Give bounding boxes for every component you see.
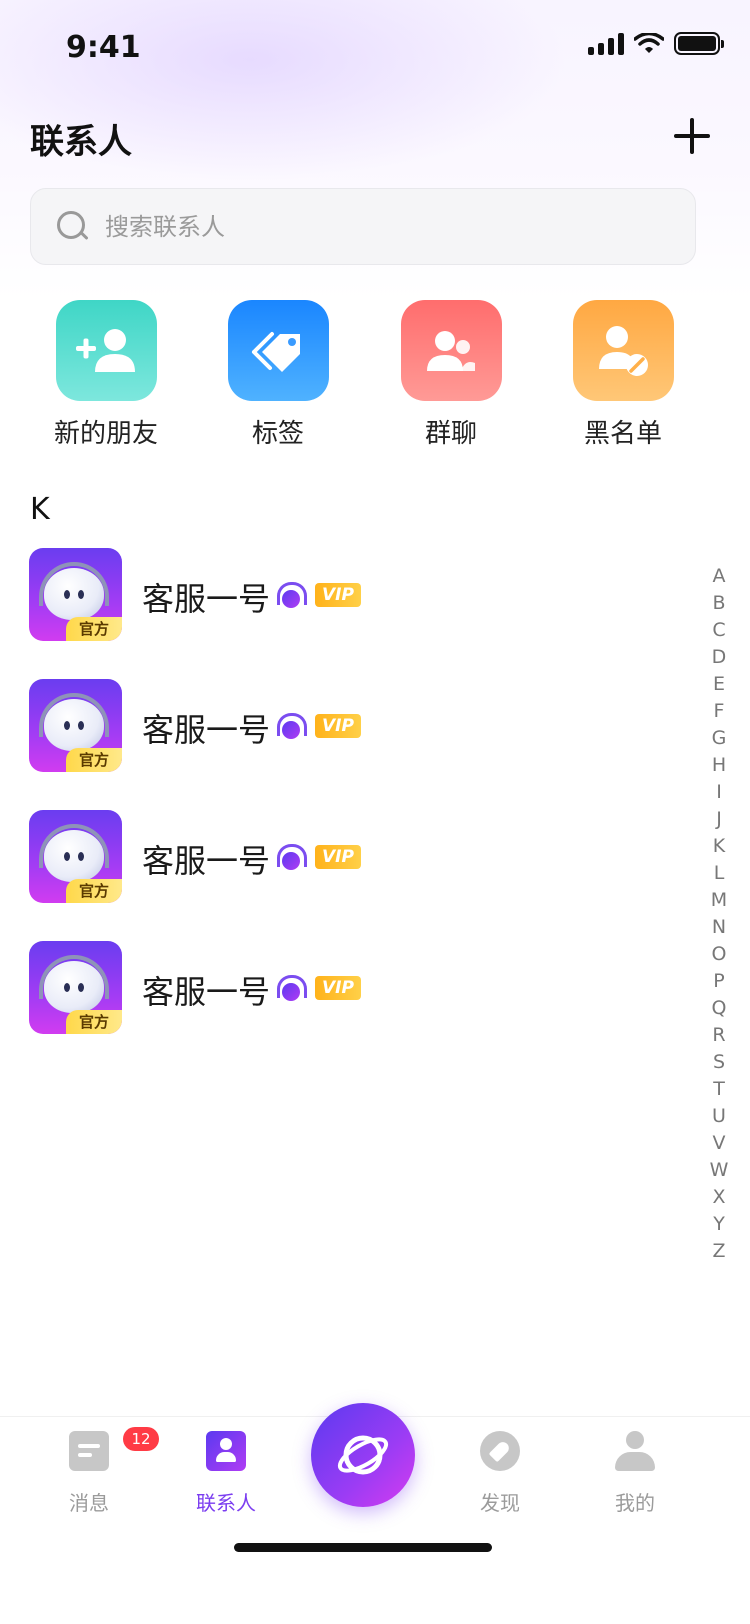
tab-label: 联系人 — [196, 1491, 256, 1515]
index-letter-k[interactable]: K — [704, 833, 734, 860]
tab-discover[interactable]: 发现 — [440, 1431, 560, 1516]
contact-list: 官方 客服一号 VIP 官方 客服一号 VIP 官方 客服一号 VIP 官方 客… — [0, 548, 660, 1072]
contact-name: 客服一号 — [142, 842, 271, 880]
planet-icon — [337, 1435, 389, 1475]
index-letter-o[interactable]: O — [704, 941, 734, 968]
profile-icon — [615, 1431, 655, 1471]
search-bar[interactable] — [30, 188, 696, 265]
official-badge: 官方 — [66, 1010, 122, 1034]
group-chat-label: 群聊 — [424, 419, 477, 449]
index-letter-q[interactable]: Q — [704, 995, 734, 1022]
blacklist-button[interactable]: 黑名单 — [538, 300, 708, 450]
section-header: K — [30, 492, 50, 527]
status-icons — [588, 32, 724, 55]
message-icon — [69, 1431, 109, 1471]
avatar: 官方 — [29, 679, 122, 772]
battery-icon — [674, 32, 724, 55]
index-letter-y[interactable]: Y — [704, 1211, 734, 1238]
official-badge: 官方 — [66, 879, 122, 903]
avatar: 官方 — [29, 548, 122, 641]
customer-service-icon — [276, 844, 307, 872]
page-header: 联系人 — [0, 100, 750, 180]
tab-messages[interactable]: 12 消息 — [29, 1427, 159, 1516]
tab-label: 发现 — [480, 1491, 520, 1515]
blocked-user-icon — [572, 300, 674, 401]
vip-badge: VIP — [315, 714, 361, 738]
new-friends-label: 新的朋友 — [53, 419, 158, 449]
page-title: 联系人 — [30, 122, 132, 162]
tab-mine[interactable]: 我的 — [575, 1431, 695, 1516]
group-icon — [400, 300, 502, 401]
customer-service-icon — [276, 975, 307, 1003]
index-letter-v[interactable]: V — [704, 1130, 734, 1157]
vip-badge: VIP — [315, 583, 361, 607]
contact-name: 客服一号 — [142, 711, 271, 749]
add-contact-button[interactable] — [674, 118, 710, 154]
contact-row[interactable]: 官方 客服一号 VIP — [0, 679, 660, 810]
index-letter-l[interactable]: L — [704, 860, 734, 887]
index-letter-x[interactable]: X — [704, 1184, 734, 1211]
group-chat-button[interactable]: 群聊 — [366, 300, 536, 450]
index-letter-m[interactable]: M — [704, 887, 734, 914]
add-user-icon — [55, 300, 157, 401]
tab-bar: 12 消息 联系人 发现 我的 — [0, 1403, 750, 1624]
status-bar: 9:41 — [0, 0, 750, 96]
index-letter-u[interactable]: U — [704, 1103, 734, 1130]
cellular-signal-icon — [588, 32, 624, 55]
quick-actions: 新的朋友 标签 群聊 黑名单 — [0, 300, 750, 460]
index-letter-s[interactable]: S — [704, 1049, 734, 1076]
official-badge: 官方 — [66, 617, 122, 641]
contacts-icon — [206, 1431, 246, 1471]
index-letter-p[interactable]: P — [704, 968, 734, 995]
contact-row[interactable]: 官方 客服一号 VIP — [0, 941, 660, 1072]
blacklist-label: 黑名单 — [583, 419, 662, 449]
home-indicator — [234, 1543, 492, 1552]
tab-label: 我的 — [615, 1491, 655, 1515]
customer-service-icon — [276, 713, 307, 741]
search-icon — [57, 210, 89, 243]
index-letter-z[interactable]: Z — [704, 1238, 734, 1265]
status-time: 9:41 — [66, 30, 141, 65]
index-letter-e[interactable]: E — [704, 671, 734, 698]
index-letter-n[interactable]: N — [704, 914, 734, 941]
compass-icon — [480, 1431, 520, 1471]
wifi-icon — [634, 32, 664, 53]
tags-button[interactable]: 标签 — [193, 300, 363, 450]
unread-count-badge: 12 — [123, 1427, 159, 1451]
index-letter-j[interactable]: J — [704, 806, 734, 833]
contact-name: 客服一号 — [142, 580, 271, 618]
index-letter-d[interactable]: D — [704, 644, 734, 671]
center-planet-button[interactable] — [311, 1403, 415, 1507]
index-letter-r[interactable]: R — [704, 1022, 734, 1049]
customer-service-icon — [276, 582, 307, 610]
index-letter-a[interactable]: A — [704, 563, 734, 590]
avatar: 官方 — [29, 810, 122, 903]
tags-label: 标签 — [251, 419, 304, 449]
index-letter-g[interactable]: G — [704, 725, 734, 752]
tab-label: 消息 — [69, 1491, 109, 1515]
contact-name: 客服一号 — [142, 973, 271, 1011]
contact-row[interactable]: 官方 客服一号 VIP — [0, 810, 660, 941]
vip-badge: VIP — [315, 976, 361, 1000]
index-letter-b[interactable]: B — [704, 590, 734, 617]
official-badge: 官方 — [66, 748, 122, 772]
search-input[interactable] — [105, 212, 665, 241]
index-letter-i[interactable]: I — [704, 779, 734, 806]
index-letter-c[interactable]: C — [704, 617, 734, 644]
contact-row[interactable]: 官方 客服一号 VIP — [0, 548, 660, 679]
tab-contacts[interactable]: 联系人 — [166, 1431, 286, 1516]
index-letter-f[interactable]: F — [704, 698, 734, 725]
index-letter-t[interactable]: T — [704, 1076, 734, 1103]
tag-icon — [227, 300, 329, 401]
vip-badge: VIP — [315, 845, 361, 869]
new-friends-button[interactable]: 新的朋友 — [21, 300, 191, 450]
index-letter-w[interactable]: W — [704, 1157, 734, 1184]
avatar: 官方 — [29, 941, 122, 1034]
alphabet-index: A B C D E F G H I J K L M N O P Q R S T … — [704, 563, 734, 1265]
index-letter-h[interactable]: H — [704, 752, 734, 779]
